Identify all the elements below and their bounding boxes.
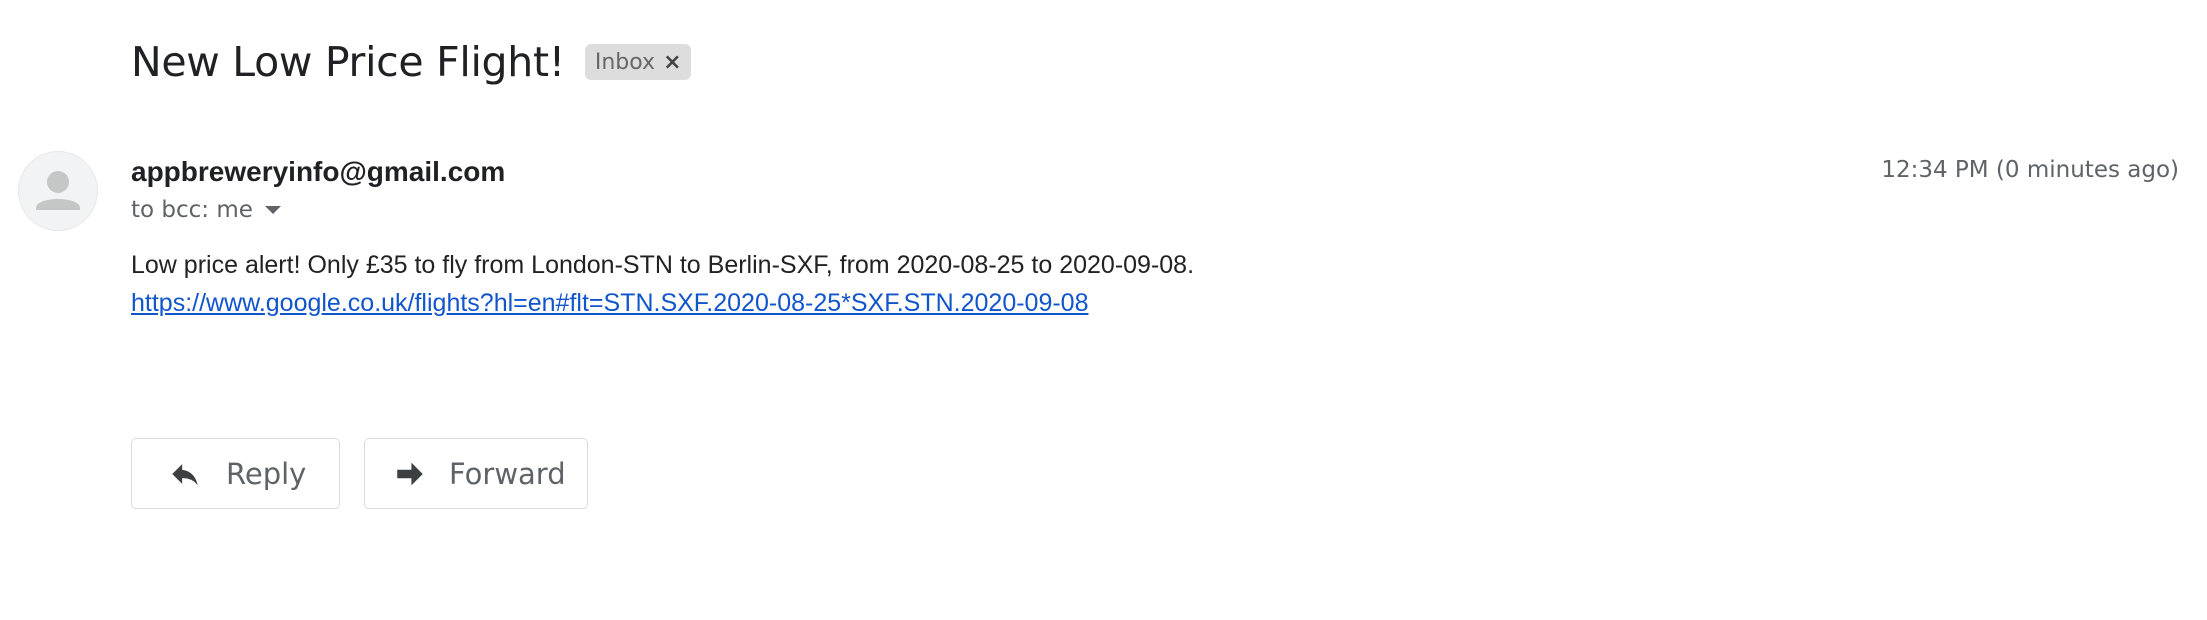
inbox-label-chip[interactable]: Inbox ×: [584, 44, 691, 80]
label-text: Inbox: [594, 49, 656, 75]
reply-label: Reply: [226, 456, 307, 491]
reply-button[interactable]: Reply: [131, 438, 340, 509]
email-subject: New Low Price Flight!: [131, 38, 565, 86]
forward-icon: [393, 457, 427, 491]
sender-avatar[interactable]: [18, 151, 98, 231]
flight-link[interactable]: https://www.google.co.uk/flights?hl=en#f…: [131, 289, 1088, 318]
remove-label-icon[interactable]: ×: [663, 50, 681, 75]
chevron-down-icon[interactable]: [264, 206, 281, 214]
forward-label: Forward: [449, 456, 566, 491]
email-body-text: Low price alert! Only £35 to fly from Lo…: [131, 251, 1195, 279]
recipients-text: to bcc: me: [131, 197, 253, 223]
forward-button[interactable]: Forward: [364, 438, 588, 509]
email-timestamp: 12:34 PM (0 minutes ago): [1881, 157, 2179, 183]
subject-row: New Low Price Flight! Inbox ×: [131, 38, 691, 86]
sender-email[interactable]: appbreweryinfo@gmail.com: [131, 156, 505, 188]
recipients-details[interactable]: to bcc: me: [131, 197, 281, 223]
reply-icon: [168, 457, 202, 491]
person-icon: [36, 171, 80, 210]
